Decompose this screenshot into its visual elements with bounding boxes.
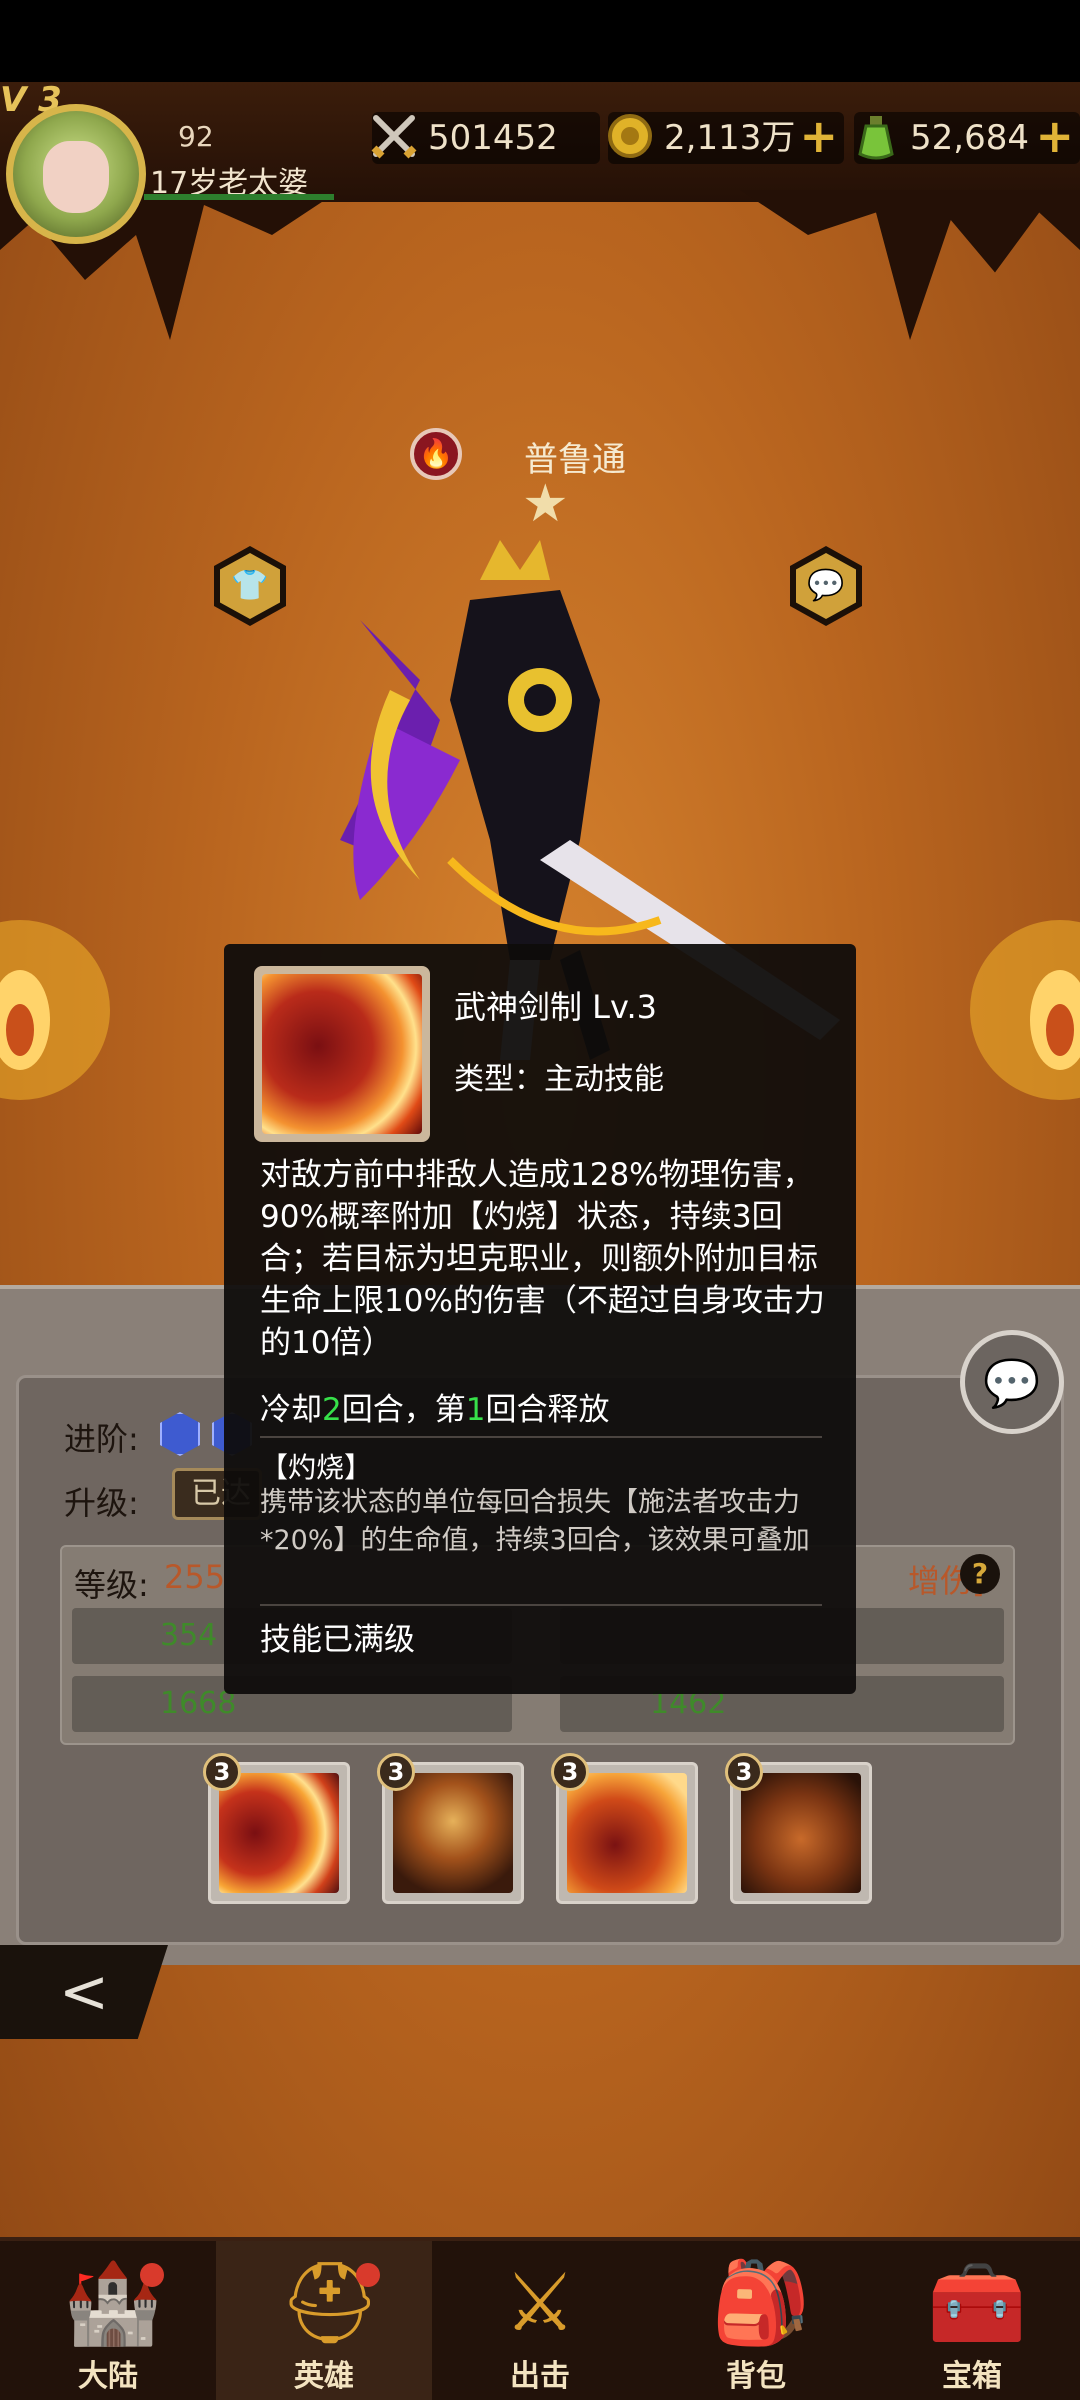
fire-golem-icon xyxy=(741,1773,861,1893)
potion-value: 52,684 xyxy=(910,118,1029,158)
green-potion-icon xyxy=(858,116,894,160)
nav-backpack[interactable]: 🎒 背包 xyxy=(648,2241,864,2400)
nav-heroes[interactable]: ⛑ 英雄 xyxy=(216,2241,432,2400)
cooldown-mid: 回合，第 xyxy=(341,1392,466,1428)
crossed-swords-icon xyxy=(371,115,417,159)
torch-right xyxy=(970,920,1080,1100)
skill-slot-sword-slash[interactable]: 3 xyxy=(203,1753,350,1904)
nav-continent[interactable]: 🏰 大陆 xyxy=(0,2241,216,2400)
upgrade-label: 升级: xyxy=(64,1484,139,1522)
treasure-chest-icon: 🧰 xyxy=(927,2256,1027,2349)
potion-display: 52,684 + xyxy=(854,110,1080,164)
skill-description: 对敌方前中排敌人造成128%物理伤害，90%概率附加【灼烧】状态，持续3回合；若… xyxy=(260,1157,825,1361)
fire-element-icon: 🔥 xyxy=(410,428,462,480)
sword-slash-icon xyxy=(262,974,422,1134)
level-label: 等级: xyxy=(74,1566,149,1604)
nav-label: 大陆 xyxy=(78,2359,138,2394)
equipment-button[interactable]: 👕 xyxy=(214,546,286,626)
crossed-swords-icon: ⚔ xyxy=(504,2256,576,2349)
flame-claw-icon xyxy=(567,1773,687,1893)
combat-power-display: 501452 xyxy=(371,112,600,164)
skill-level-badge: 3 xyxy=(377,1753,415,1791)
add-gold-button[interactable]: + xyxy=(799,110,838,162)
skill-level-badge: 3 xyxy=(203,1753,241,1791)
skill-title: 武神剑制 Lv.3 xyxy=(454,988,657,1026)
chat-button[interactable]: 💬 xyxy=(960,1330,1064,1434)
gold-coin-icon xyxy=(608,114,652,158)
add-potion-button[interactable]: + xyxy=(1035,110,1074,162)
burn-status-description: 携带该状态的单位每回合损失【施法者攻击力*20%】的生命值，持续3回合，该效果可… xyxy=(260,1487,810,1556)
player-level: 92 xyxy=(178,120,214,153)
skill-slot-flame-claw[interactable]: 3 xyxy=(551,1753,698,1904)
nav-label: 宝箱 xyxy=(942,2359,1002,2394)
decor-spikes-right xyxy=(740,190,1080,340)
nav-chest[interactable]: 🧰 宝箱 xyxy=(864,2241,1080,2400)
skill-tooltip: 武神剑制 Lv.3 类型：主动技能 对敌方前中排敌人造成128%物理伤害，90%… xyxy=(224,944,856,1694)
notification-dot xyxy=(140,2263,164,2287)
bottom-nav: 🏰 大陆 ⛑ 英雄 ⚔ 出击 🎒 背包 🧰 宝箱 xyxy=(0,2237,1080,2400)
notification-dot xyxy=(356,2263,380,2287)
level-value: 255 xyxy=(164,1558,226,1596)
gold-value: 2,113万 xyxy=(664,118,796,158)
nav-battle[interactable]: ⚔ 出击 xyxy=(432,2241,648,2400)
help-icon[interactable]: ? xyxy=(960,1554,1000,1594)
helmet-icon: ⛑ xyxy=(279,2256,381,2349)
cooldown-round: 1 xyxy=(465,1392,486,1428)
nav-label: 出击 xyxy=(510,2359,570,2394)
avatar-face xyxy=(43,141,109,213)
skill-cooldown: 冷却2回合，第1回合释放 xyxy=(260,1384,609,1429)
avatar[interactable] xyxy=(6,104,146,244)
cooldown-suffix: 回合释放 xyxy=(485,1392,610,1428)
cooldown-prefix: 冷却 xyxy=(260,1392,322,1428)
skill-max-level: 技能已满级 xyxy=(260,1622,415,1658)
castle-icon: 🏰 xyxy=(63,2256,163,2349)
armor-icon: 👕 xyxy=(220,553,280,619)
skill-slot-fire-golem[interactable]: 3 xyxy=(725,1753,872,1904)
star-icon: ★ xyxy=(522,474,569,534)
dark-warrior-icon xyxy=(393,1773,513,1893)
divider xyxy=(260,1436,822,1438)
combat-power-value: 501452 xyxy=(428,118,558,158)
sword-slash-icon xyxy=(219,1773,339,1893)
skill-type: 类型：主动技能 xyxy=(454,1062,664,1097)
back-button[interactable]: < xyxy=(0,1945,168,2039)
backpack-icon: 🎒 xyxy=(711,2256,811,2349)
skill-slot-dark-warrior[interactable]: 3 xyxy=(377,1753,524,1904)
nav-label: 背包 xyxy=(726,2359,786,2394)
skill-level-badge: 3 xyxy=(551,1753,589,1791)
gold-display: 2,113万 + xyxy=(608,110,844,164)
advance-label: 进阶: xyxy=(64,1420,139,1458)
attack-value: 354 xyxy=(160,1618,218,1653)
skill-icon-frame xyxy=(254,966,430,1142)
torch-left xyxy=(0,920,110,1100)
divider xyxy=(260,1604,822,1606)
skill-level-badge: 3 xyxy=(725,1753,763,1791)
exp-bar xyxy=(144,194,334,200)
burn-status-title: 【灼烧】 xyxy=(260,1451,373,1484)
game-screen: V 3 92 17岁老太婆 501452 2,113万 + 52,684 + 🔥… xyxy=(0,0,1080,2400)
nav-label: 英雄 xyxy=(294,2359,354,2394)
cooldown-value: 2 xyxy=(322,1392,342,1428)
status-bar xyxy=(0,0,1080,82)
